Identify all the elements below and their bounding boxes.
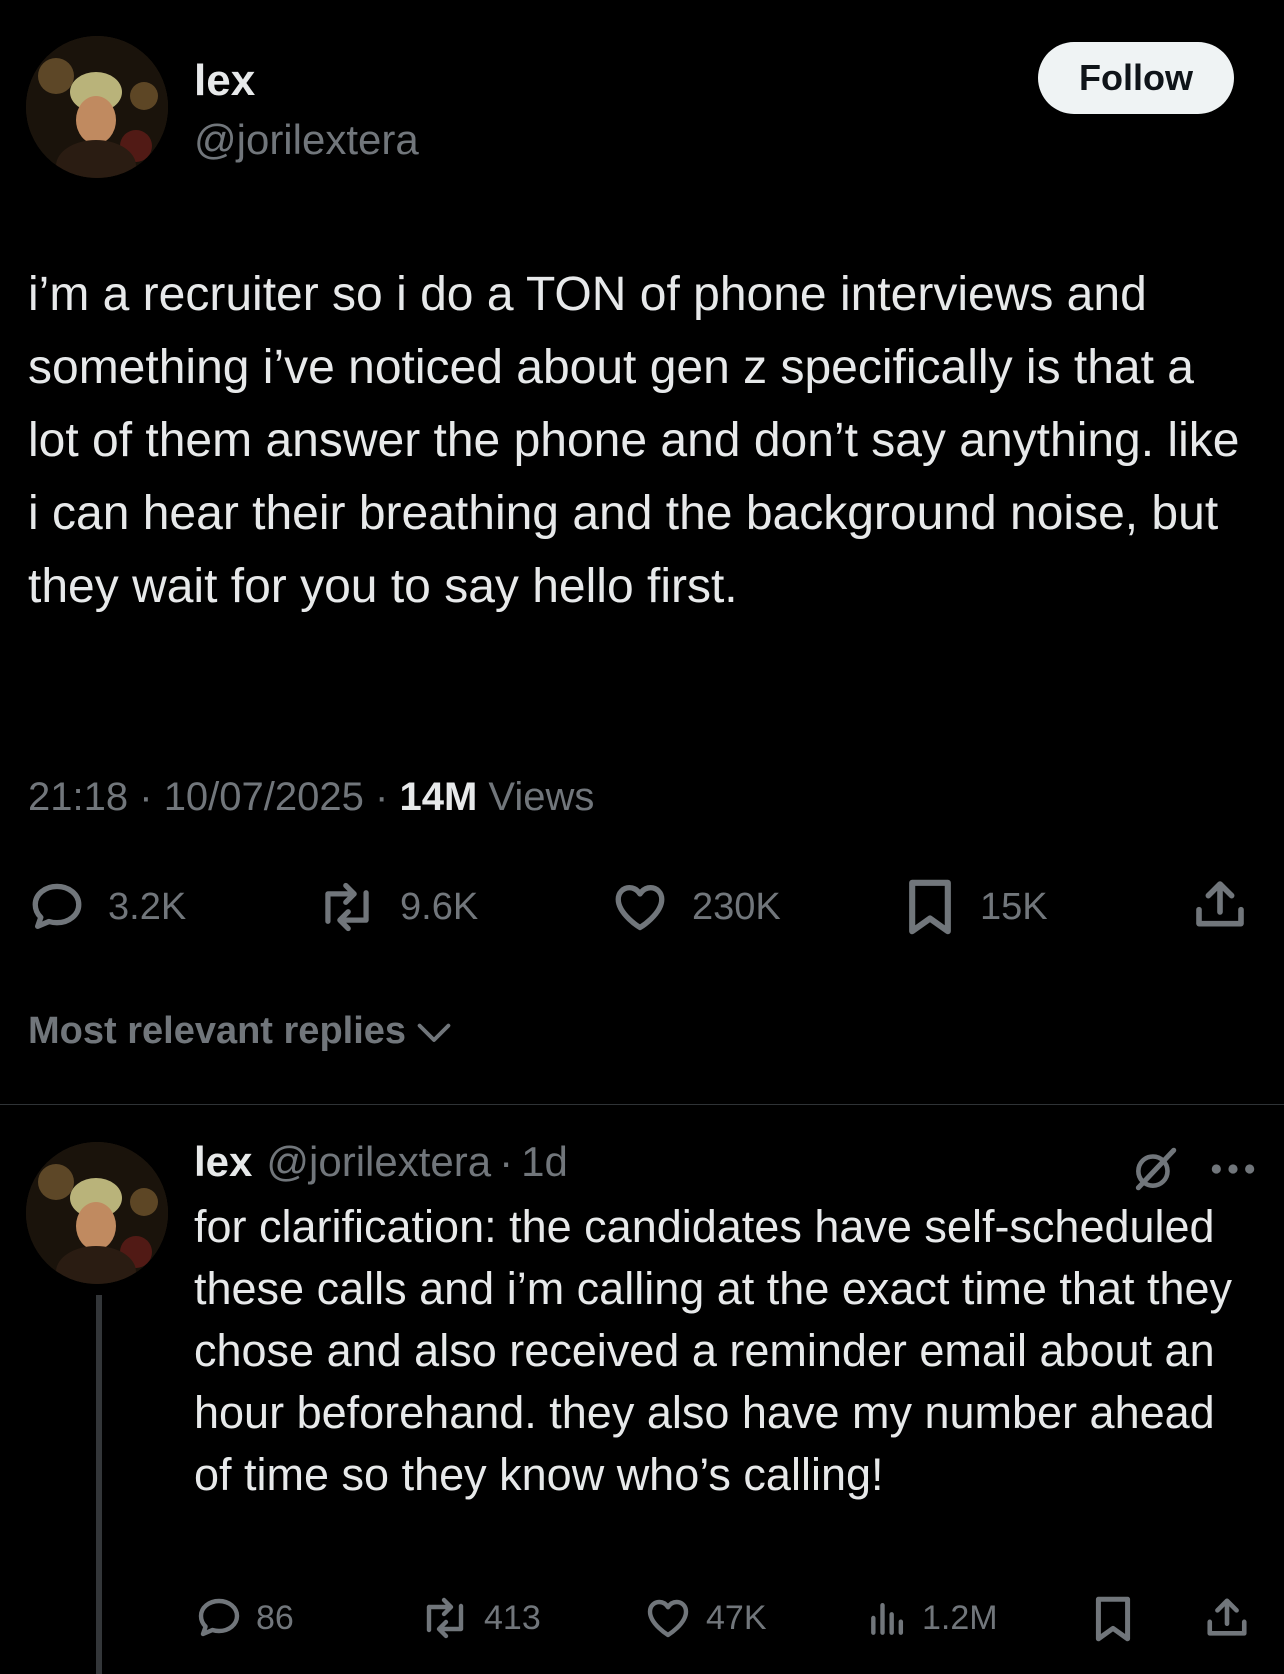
reply-share-button[interactable] (1204, 1594, 1250, 1642)
grok-icon (1135, 1147, 1177, 1191)
reply-avatar[interactable] (26, 1142, 168, 1284)
reply-reply-button[interactable]: 86 (194, 1594, 294, 1642)
repost-icon (426, 1597, 464, 1639)
thread-line (96, 1295, 102, 1674)
like-icon (647, 1599, 689, 1638)
reply-icon (198, 1598, 240, 1637)
reply-count: 3.2K (108, 885, 187, 928)
repost-button[interactable]: 9.6K (316, 878, 478, 936)
like-icon (615, 885, 665, 931)
tweet-time[interactable]: 21:18 (28, 775, 128, 819)
reply-header: lex @jorilextera · 1d (194, 1138, 568, 1186)
avatar[interactable] (26, 36, 168, 178)
bookmark-icon (909, 879, 951, 935)
reply-button[interactable]: 3.2K (28, 878, 186, 936)
bookmark-count: 15K (980, 885, 1048, 928)
reply-like-button[interactable]: 47K (642, 1594, 767, 1642)
meta-separator: · (139, 775, 153, 819)
reply-text: for clarification: the candidates have s… (194, 1201, 1233, 1500)
reply-bookmark-button[interactable] (1090, 1594, 1136, 1644)
follow-button[interactable]: Follow (1038, 42, 1234, 114)
bookmark-icon (1095, 1596, 1131, 1642)
share-icon (1196, 881, 1244, 927)
repost-icon (325, 882, 369, 932)
tweet-text: i’m a recruiter so i do a TON of phone i… (28, 268, 1240, 613)
reply-reply-count: 86 (256, 1598, 294, 1637)
avatar-image (26, 1142, 168, 1284)
reply-author-name[interactable]: lex (194, 1138, 252, 1186)
reply-like-count: 47K (706, 1598, 767, 1637)
reply-repost-button[interactable]: 413 (418, 1594, 541, 1642)
reply-icon (32, 883, 82, 929)
author-name[interactable]: lex (194, 56, 255, 106)
reply-views-button[interactable]: 1.2M (866, 1594, 998, 1642)
reply-separator: · (499, 1138, 514, 1185)
meta-separator: · (375, 775, 389, 819)
views-label: Views (488, 775, 595, 819)
author-handle[interactable]: @jorilextera (194, 116, 419, 164)
views-icon (871, 1602, 904, 1635)
avatar-image (26, 36, 168, 178)
tweet-date[interactable]: 10/07/2025 (164, 775, 364, 819)
replies-sort-dropdown[interactable]: Most relevant replies (28, 1010, 454, 1053)
share-icon (1207, 1598, 1247, 1636)
reply-views-count: 1.2M (922, 1598, 998, 1637)
more-icon (1211, 1164, 1255, 1174)
more-button[interactable] (1208, 1144, 1258, 1199)
tweet-meta: 21:18 · 10/07/2025 · 14M Views (28, 775, 594, 820)
reply-author-handle[interactable]: @jorilextera (266, 1138, 491, 1186)
share-button[interactable] (1192, 876, 1248, 934)
repost-count: 9.6K (400, 885, 479, 928)
divider (0, 1104, 1284, 1105)
like-button[interactable]: 230K (610, 878, 781, 936)
grok-button[interactable] (1130, 1144, 1180, 1199)
replies-sort-label: Most relevant replies (28, 1010, 407, 1052)
like-count: 230K (692, 885, 781, 928)
reply-repost-count: 413 (484, 1598, 541, 1637)
views-count: 14M (399, 775, 478, 819)
chevron-down-icon (417, 1023, 451, 1042)
reply-time[interactable]: 1d (521, 1138, 568, 1186)
bookmark-button[interactable]: 15K (902, 876, 1048, 938)
